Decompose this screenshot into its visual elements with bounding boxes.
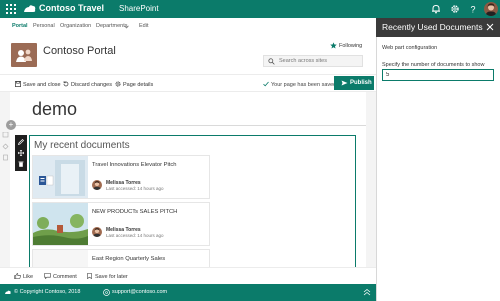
nav-item-edit[interactable]: Edit: [139, 23, 148, 29]
suite-bar: Contoso Travel SharePoint ?: [0, 0, 500, 18]
property-pane: [376, 18, 500, 301]
gear-icon: [115, 81, 121, 87]
page-title[interactable]: demo: [32, 99, 77, 120]
publish-icon: [341, 80, 348, 86]
close-icon[interactable]: [486, 23, 494, 31]
document-thumbnail: [33, 203, 88, 245]
document-title[interactable]: East Region Quarterly Sales: [92, 256, 165, 262]
discard-label: Discard changes: [71, 82, 112, 88]
section-tools[interactable]: [2, 132, 10, 172]
webpart-title: My recent documents: [34, 140, 130, 151]
save-close-label: Save and close: [23, 82, 61, 88]
comment-icon: [44, 273, 51, 279]
document-count-label: Specify the number of documents to show: [382, 62, 485, 68]
document-card[interactable]: Travel Innovations Elevator Pitch Meliss…: [32, 155, 210, 199]
chevron-up-icon[interactable]: [363, 288, 371, 296]
contoso-logo-icon: [24, 5, 36, 12]
last-accessed: Last accessed: 14 hours ago: [106, 186, 164, 191]
like-label: Like: [23, 274, 34, 280]
bookmark-icon: [87, 273, 92, 279]
webpart-toolbar: [15, 135, 27, 171]
author-avatar: [92, 180, 102, 190]
search-icon: [268, 58, 275, 65]
document-count-field[interactable]: [382, 69, 494, 81]
nav-item-departments[interactable]: Departments: [96, 23, 128, 29]
document-title[interactable]: Travel Innovations Elevator Pitch: [92, 162, 177, 168]
footer-email[interactable]: support@contoso.com: [112, 289, 167, 295]
checkmark-icon: [263, 81, 269, 87]
nav-item-organization[interactable]: Organization: [60, 23, 91, 29]
save-close-button[interactable]: Save and close: [15, 81, 61, 88]
save-later-button[interactable]: Save for later: [86, 273, 128, 280]
save-later-label: Save for later: [95, 274, 128, 280]
discard-button[interactable]: Discard changes: [63, 81, 112, 88]
add-section-button[interactable]: +: [6, 120, 16, 130]
site-title[interactable]: Contoso Portal: [43, 45, 116, 57]
waffle-icon[interactable]: [6, 4, 16, 14]
follow-label: Following: [339, 43, 363, 49]
author-avatar: [92, 227, 102, 237]
property-pane-title: Recently Used Documents: [382, 22, 483, 32]
section-divider: [10, 125, 366, 126]
comment-label: Comment: [53, 274, 77, 280]
bell-icon[interactable]: [431, 4, 441, 14]
page-details-button[interactable]: Page details: [115, 81, 153, 88]
svg-text:?: ?: [470, 5, 475, 15]
thumbs-up-icon: [14, 273, 21, 279]
delete-icon[interactable]: [18, 161, 24, 167]
app-name[interactable]: SharePoint: [119, 4, 159, 13]
last-accessed: Last accessed: 14 hours ago: [106, 233, 164, 238]
document-card[interactable]: NEW PRODUCTs SALES PITCH Melissa Torres …: [32, 202, 210, 246]
chevron-down-icon: [124, 25, 129, 29]
nav-item-personal[interactable]: Personal: [33, 23, 55, 29]
brand-name[interactable]: Contoso Travel: [39, 3, 104, 13]
site-nav: Portal Personal Organization Departments…: [0, 18, 376, 34]
document-card[interactable]: East Region Quarterly Sales: [32, 249, 210, 267]
social-bar: Like Comment Save for later: [0, 267, 376, 284]
save-status: Your page has been saved: [263, 81, 336, 88]
search-placeholder: Search across sites: [279, 58, 327, 64]
footer-copyright: © Copyright Contoso, 2018: [14, 289, 81, 295]
contoso-logo-icon: [5, 290, 11, 294]
site-footer: © Copyright Contoso, 2018 support@contos…: [0, 284, 376, 301]
document-thumbnail: [33, 156, 88, 198]
page-details-label: Page details: [123, 82, 154, 88]
command-bar: Save and close Discard changes Page deta…: [0, 74, 376, 92]
publish-label: Publish: [350, 80, 372, 86]
help-icon[interactable]: ?: [468, 4, 478, 15]
save-icon: [15, 81, 21, 87]
document-title[interactable]: NEW PRODUCTs SALES PITCH: [92, 209, 177, 215]
like-button[interactable]: Like: [14, 273, 33, 280]
property-pane-header: Recently Used Documents: [376, 18, 500, 37]
edit-icon[interactable]: [18, 139, 24, 145]
user-avatar[interactable]: [484, 2, 498, 16]
gear-icon[interactable]: [450, 4, 460, 14]
star-icon: [330, 42, 337, 49]
save-status-text: Your page has been saved: [271, 82, 337, 88]
search-box[interactable]: Search across sites: [263, 55, 363, 67]
nav-item-portal[interactable]: Portal: [12, 23, 28, 29]
move-icon[interactable]: [18, 150, 24, 156]
discard-icon: [63, 81, 69, 87]
mail-icon: [103, 289, 110, 296]
document-thumbnail: [33, 250, 88, 267]
publish-button[interactable]: Publish: [334, 76, 374, 90]
site-logo[interactable]: [11, 43, 37, 67]
property-section-heading: Web part configuration: [382, 45, 438, 51]
comment-button[interactable]: Comment: [44, 273, 77, 280]
